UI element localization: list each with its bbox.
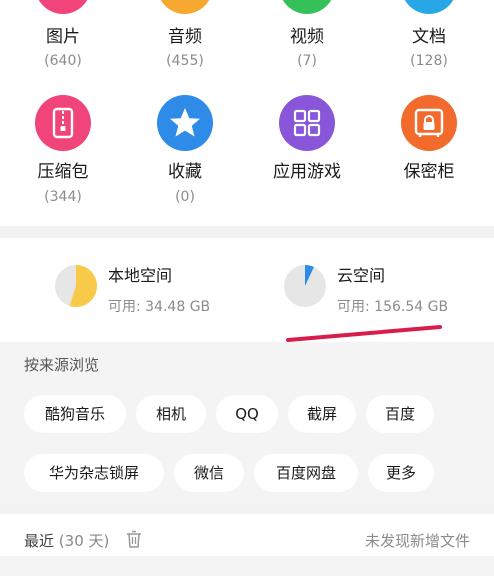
source-chip-more[interactable]: 更多 bbox=[368, 454, 434, 492]
cloud-storage-pie-icon bbox=[284, 265, 326, 307]
recent-label: 最近 bbox=[24, 532, 55, 550]
source-chip-screenshots[interactable]: 截屏 bbox=[288, 395, 356, 433]
safe-icon bbox=[401, 95, 457, 151]
category-label: 保密柜 bbox=[403, 162, 455, 182]
recent-status: 未发现新增文件 bbox=[364, 532, 470, 550]
category-label: 音频 bbox=[168, 27, 202, 47]
local-storage-pie-icon bbox=[55, 265, 98, 307]
recent-days: (30 天) bbox=[58, 532, 110, 550]
source-chip-wechat[interactable]: 微信 bbox=[174, 454, 244, 492]
category-label: 收藏 bbox=[168, 162, 202, 182]
local-storage-available: 可用: 34.48 GB bbox=[108, 299, 211, 315]
cloud-storage-available: 可用: 156.54 GB bbox=[337, 299, 449, 315]
zip-icon bbox=[35, 95, 91, 151]
source-browse: 按来源浏览 酷狗音乐 相机 QQ 截屏 百度 华为杂志锁屏 微信 百度网盘 更多 bbox=[0, 342, 494, 504]
document-icon bbox=[401, 0, 457, 14]
category-label: 应用游戏 bbox=[273, 162, 341, 182]
category-count: (455) bbox=[166, 53, 204, 69]
audio-icon bbox=[157, 0, 213, 14]
source-browse-title: 按来源浏览 bbox=[24, 356, 100, 374]
category-count: (0) bbox=[175, 189, 195, 205]
video-icon bbox=[279, 0, 335, 14]
local-storage-title: 本地空间 bbox=[108, 266, 173, 285]
source-chip-huawei-magazine[interactable]: 华为杂志锁屏 bbox=[24, 454, 164, 492]
star-icon bbox=[157, 95, 213, 151]
category-label: 图片 bbox=[46, 27, 80, 47]
category-count: (344) bbox=[44, 189, 82, 205]
bottom-strip bbox=[0, 556, 494, 576]
category-count: (640) bbox=[44, 53, 82, 69]
image-icon bbox=[35, 0, 91, 14]
category-count: (128) bbox=[410, 53, 448, 69]
source-chip-baidu-netdisk[interactable]: 百度网盘 bbox=[254, 454, 358, 492]
category-grid: 图片 (640) 音频 (455) 视频 (7) 文档 (128) 压缩包 (3… bbox=[0, 0, 494, 226]
recent-title: 最近 (30 天) bbox=[24, 530, 109, 551]
category-label: 压缩包 bbox=[37, 162, 89, 182]
category-count: (7) bbox=[297, 53, 317, 69]
apps-icon bbox=[279, 95, 335, 151]
source-chip-baidu[interactable]: 百度 bbox=[366, 395, 434, 433]
source-chip-qq[interactable]: QQ bbox=[216, 395, 278, 433]
source-chip-kugou[interactable]: 酷狗音乐 bbox=[24, 395, 126, 433]
category-label: 视频 bbox=[290, 27, 324, 47]
cloud-storage-title: 云空间 bbox=[337, 266, 386, 285]
trash-icon[interactable] bbox=[124, 529, 144, 549]
source-chip-camera[interactable]: 相机 bbox=[136, 395, 206, 433]
category-label: 文档 bbox=[412, 27, 446, 47]
